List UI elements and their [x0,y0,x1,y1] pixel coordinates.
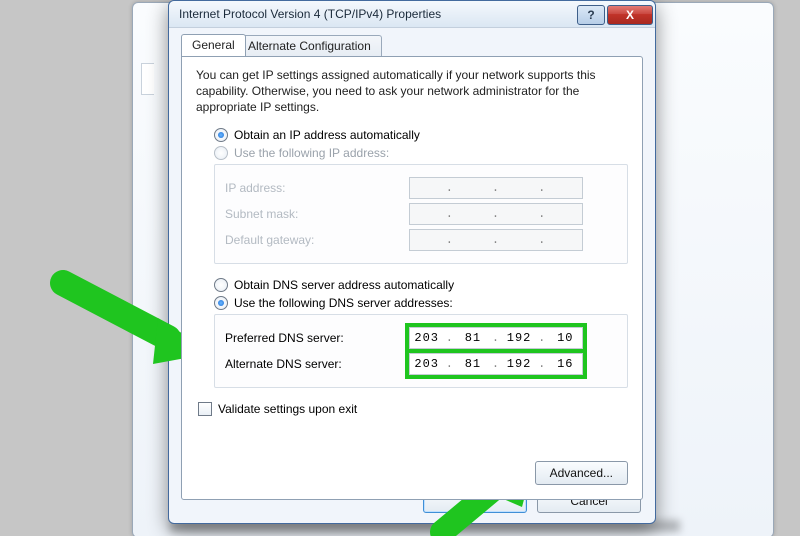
subnet-mask-input: ... [409,203,583,225]
dns-manual-group: Preferred DNS server: 203. 81. 192. 10 A… [214,314,628,388]
ip-octet[interactable]: 10 [550,331,580,345]
window-title: Internet Protocol Version 4 (TCP/IPv4) P… [179,7,577,21]
ip-octet[interactable]: 203 [412,357,442,371]
help-icon: ? [587,8,594,22]
radio-ip-auto-label: Obtain an IP address automatically [234,128,420,142]
preferred-dns-input[interactable]: 203. 81. 192. 10 [409,327,583,349]
advanced-button-label: Advanced... [550,466,613,480]
ip-octet[interactable]: 192 [504,357,534,371]
radio-dns-auto-label: Obtain DNS server address automatically [234,278,454,292]
ip-octet[interactable]: 16 [550,357,580,371]
tab-strip: General Alternate Configuration [181,34,643,56]
advanced-button[interactable]: Advanced... [535,461,628,485]
close-button[interactable]: X [607,5,653,25]
validate-on-exit-checkbox[interactable]: Validate settings upon exit [198,402,628,416]
radio-ip-manual[interactable]: Use the following IP address: [214,146,628,160]
subnet-mask-label: Subnet mask: [225,207,409,221]
title-bar[interactable]: Internet Protocol Version 4 (TCP/IPv4) P… [169,1,655,28]
tab-general[interactable]: General [181,34,246,56]
radio-dns-manual-label: Use the following DNS server addresses: [234,296,453,310]
alternate-dns-label: Alternate DNS server: [225,357,409,371]
background-tab-fragment [141,63,154,95]
description-text: You can get IP settings assigned automat… [196,67,628,116]
ip-address-label: IP address: [225,181,409,195]
tab-alternate-configuration[interactable]: Alternate Configuration [237,35,382,57]
alternate-dns-input[interactable]: 203. 81. 192. 16 [409,353,583,375]
close-icon: X [626,8,634,22]
ip-address-input: ... [409,177,583,199]
default-gateway-input: ... [409,229,583,251]
ip-octet[interactable]: 192 [504,331,534,345]
radio-ip-manual-label: Use the following IP address: [234,146,389,160]
ip-octet[interactable]: 203 [412,331,442,345]
radio-icon [214,128,228,142]
radio-icon [214,278,228,292]
tab-alternate-label: Alternate Configuration [248,39,371,53]
help-button[interactable]: ? [577,5,605,25]
validate-on-exit-label: Validate settings upon exit [218,402,357,416]
ip-octet[interactable]: 81 [458,331,488,345]
radio-ip-auto[interactable]: Obtain an IP address automatically [214,128,628,142]
tab-panel-general: You can get IP settings assigned automat… [181,56,643,500]
radio-icon [214,296,228,310]
radio-dns-auto[interactable]: Obtain DNS server address automatically [214,278,628,292]
preferred-dns-label: Preferred DNS server: [225,331,409,345]
ip-octet[interactable]: 81 [458,357,488,371]
ipv4-properties-dialog: Internet Protocol Version 4 (TCP/IPv4) P… [168,0,656,524]
checkbox-icon [198,402,212,416]
default-gateway-label: Default gateway: [225,233,409,247]
radio-dns-manual[interactable]: Use the following DNS server addresses: [214,296,628,310]
tab-general-label: General [192,38,235,52]
radio-icon [214,146,228,160]
ip-manual-group: IP address: ... Subnet mask: ... Default… [214,164,628,264]
